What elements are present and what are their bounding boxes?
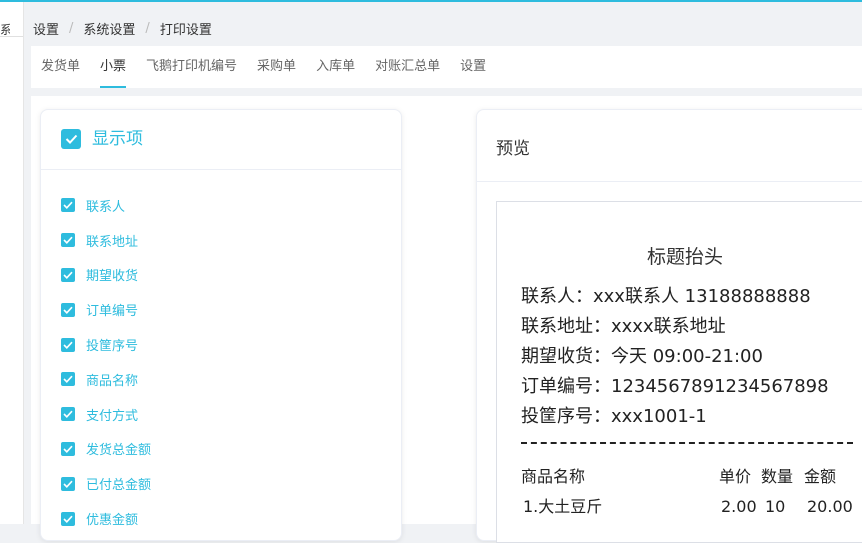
receipt-line-expected-delivery: 期望收货：今天 09:00-21:00 bbox=[521, 346, 763, 367]
receipt-col-amount: 金额 bbox=[804, 467, 837, 486]
option-label: 期望收货 bbox=[86, 269, 139, 285]
option-label: 发货总金额 bbox=[86, 443, 152, 459]
checkmark-icon bbox=[63, 480, 73, 488]
receipt-dashed-divider bbox=[521, 442, 853, 444]
receipt-line-contact: 联系人：xxx联系人 13188888888 bbox=[521, 286, 811, 307]
receipt-preview: 标题抬头 联系人：xxx联系人 13188888888 联系地址：xxxx联系地… bbox=[496, 201, 862, 543]
checkbox-checked[interactable] bbox=[61, 267, 75, 282]
tab-delivery-note[interactable]: 发货单 bbox=[41, 46, 80, 88]
checkmark-icon bbox=[63, 410, 73, 419]
sidebar-divider bbox=[0, 36, 23, 37]
left-sidebar: 系 bbox=[0, 2, 24, 524]
option-label: 投筐序号 bbox=[86, 339, 139, 355]
receipt-items-table: 商品名称 单价 数量 金额 1.大土豆斤 2.00 10 20.00 bbox=[521, 462, 861, 522]
receipt-table-header: 商品名称 单价 数量 金额 bbox=[521, 462, 861, 492]
preview-header: 预览 bbox=[477, 110, 862, 182]
option-discount-amount[interactable]: 优惠金额 bbox=[61, 501, 151, 536]
breadcrumb-separator: / bbox=[69, 20, 74, 36]
breadcrumb-item-settings[interactable]: 设置 bbox=[33, 19, 59, 38]
option-paid-total[interactable]: 已付总金额 bbox=[61, 466, 151, 501]
display-options-panel: 显示项 联系人 联系地址 期望收货 订单编号 投筐序号 商品名称 支付方式 发货… bbox=[40, 109, 402, 541]
receipt-col-quantity: 数量 bbox=[761, 467, 794, 486]
option-expected-delivery[interactable]: 期望收货 bbox=[61, 258, 151, 293]
receipt-info-lines: 联系人：xxx联系人 13188888888 联系地址：xxxx联系地址 期望收… bbox=[521, 282, 829, 432]
option-basket-number[interactable]: 投筐序号 bbox=[61, 327, 151, 362]
table-row: 1.大土豆斤 2.00 10 20.00 bbox=[521, 492, 861, 522]
tab-list: 发货单 小票 飞鹅打印机编号 采购单 入库单 对账汇总单 设置 bbox=[41, 46, 506, 88]
checkbox-checked[interactable] bbox=[61, 372, 75, 387]
display-options-list: 联系人 联系地址 期望收货 订单编号 投筐序号 商品名称 支付方式 发货总金额 … bbox=[61, 188, 151, 536]
receipt-cell-amount: 20.00 bbox=[807, 497, 853, 516]
display-options-title: 显示项 bbox=[92, 129, 143, 149]
checkbox-checked[interactable] bbox=[61, 441, 75, 456]
tab-reconciliation-summary[interactable]: 对账汇总单 bbox=[375, 46, 440, 88]
receipt-line-address: 联系地址：xxxx联系地址 bbox=[521, 316, 726, 337]
tab-purchase-order[interactable]: 采购单 bbox=[257, 46, 296, 88]
checkmark-icon bbox=[63, 376, 73, 384]
checkmark-icon bbox=[63, 202, 73, 210]
checkbox-checked[interactable] bbox=[61, 511, 75, 526]
top-accent-line bbox=[0, 0, 862, 2]
preview-title: 预览 bbox=[496, 139, 530, 159]
option-payment-method[interactable]: 支付方式 bbox=[61, 397, 151, 432]
tab-inbound-order[interactable]: 入库单 bbox=[316, 46, 355, 88]
display-options-header: 显示项 bbox=[41, 110, 401, 170]
checkmark-icon bbox=[63, 515, 73, 523]
option-label: 联系地址 bbox=[86, 234, 139, 250]
select-all-checkbox[interactable] bbox=[61, 129, 81, 149]
checkbox-checked[interactable] bbox=[61, 476, 75, 491]
checkbox-checked[interactable] bbox=[61, 302, 75, 317]
receipt-cell-unit-price: 2.00 bbox=[721, 497, 757, 516]
checkmark-icon bbox=[63, 306, 73, 314]
option-contact[interactable]: 联系人 bbox=[61, 188, 151, 223]
breadcrumb-item-system-settings[interactable]: 系统设置 bbox=[83, 19, 135, 38]
checkbox-checked[interactable] bbox=[61, 233, 75, 248]
option-label: 订单编号 bbox=[86, 304, 139, 320]
option-label: 优惠金额 bbox=[86, 513, 139, 529]
option-product-name[interactable]: 商品名称 bbox=[61, 362, 151, 397]
receipt-col-unit-price: 单价 bbox=[719, 467, 752, 486]
breadcrumb-separator: / bbox=[145, 20, 150, 36]
option-label: 已付总金额 bbox=[86, 478, 152, 494]
option-label: 联系人 bbox=[86, 199, 126, 215]
tab-receipt[interactable]: 小票 bbox=[100, 46, 127, 88]
option-delivery-total[interactable]: 发货总金额 bbox=[61, 432, 151, 467]
receipt-header: 标题抬头 bbox=[647, 246, 724, 268]
breadcrumb: 设置 / 系统设置 / 打印设置 bbox=[33, 18, 212, 38]
option-contact-address[interactable]: 联系地址 bbox=[61, 223, 151, 258]
checkmark-icon bbox=[63, 341, 73, 349]
option-label: 支付方式 bbox=[86, 408, 139, 424]
checkmark-icon bbox=[63, 236, 73, 245]
receipt-cell-product: 1.大土豆斤 bbox=[523, 497, 603, 516]
receipt-line-basket-number: 投筐序号：xxx1001-1 bbox=[521, 406, 707, 427]
checkbox-checked[interactable] bbox=[61, 337, 75, 352]
checkbox-checked[interactable] bbox=[61, 407, 75, 422]
checkbox-checked[interactable] bbox=[61, 198, 75, 213]
tab-feie-printer-id[interactable]: 飞鹅打印机编号 bbox=[146, 46, 237, 88]
checkmark-icon bbox=[63, 445, 73, 453]
option-order-number[interactable]: 订单编号 bbox=[61, 292, 151, 327]
checkmark-icon bbox=[65, 134, 77, 144]
tab-settings[interactable]: 设置 bbox=[460, 46, 486, 88]
breadcrumb-item-print-settings: 打印设置 bbox=[159, 22, 212, 38]
option-label: 商品名称 bbox=[86, 373, 139, 389]
receipt-cell-quantity: 10 bbox=[765, 497, 786, 516]
tabs-bar: 发货单 小票 飞鹅打印机编号 采购单 入库单 对账汇总单 设置 bbox=[31, 46, 862, 88]
receipt-line-order-number: 订单编号：1234567891234567898 bbox=[521, 376, 829, 397]
receipt-col-product: 商品名称 bbox=[521, 467, 586, 486]
checkmark-icon bbox=[63, 271, 73, 279]
